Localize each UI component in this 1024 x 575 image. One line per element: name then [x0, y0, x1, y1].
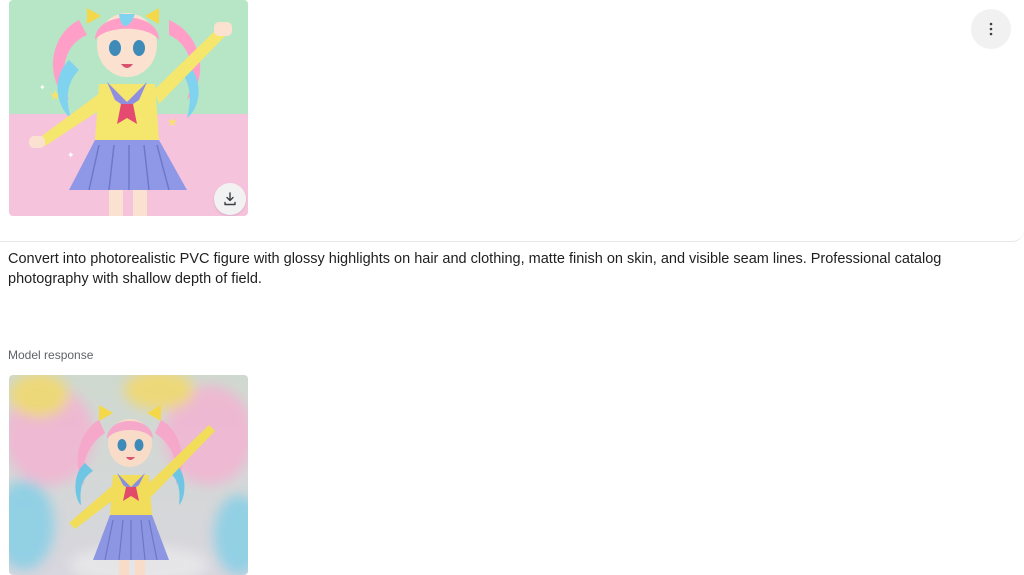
download-button[interactable] — [214, 183, 246, 215]
input-image[interactable]: ★ ★ ✦ ✦ — [9, 0, 248, 216]
user-turn: ★ ★ ✦ ✦ — [0, 0, 1024, 242]
anime-character-illustration: ★ ★ ✦ ✦ — [9, 0, 248, 216]
svg-text:✦: ✦ — [39, 83, 46, 92]
svg-text:★: ★ — [167, 115, 178, 129]
model-response-label: Model response — [8, 348, 94, 362]
svg-text:✦: ✦ — [67, 151, 75, 161]
user-prompt-text: Convert into photorealistic PVC figure w… — [8, 251, 942, 287]
download-icon — [224, 192, 236, 206]
pvc-figure-photo — [9, 375, 248, 575]
output-image[interactable] — [9, 375, 248, 575]
more-options-button[interactable] — [971, 9, 1011, 49]
more-vert-icon — [989, 22, 993, 36]
